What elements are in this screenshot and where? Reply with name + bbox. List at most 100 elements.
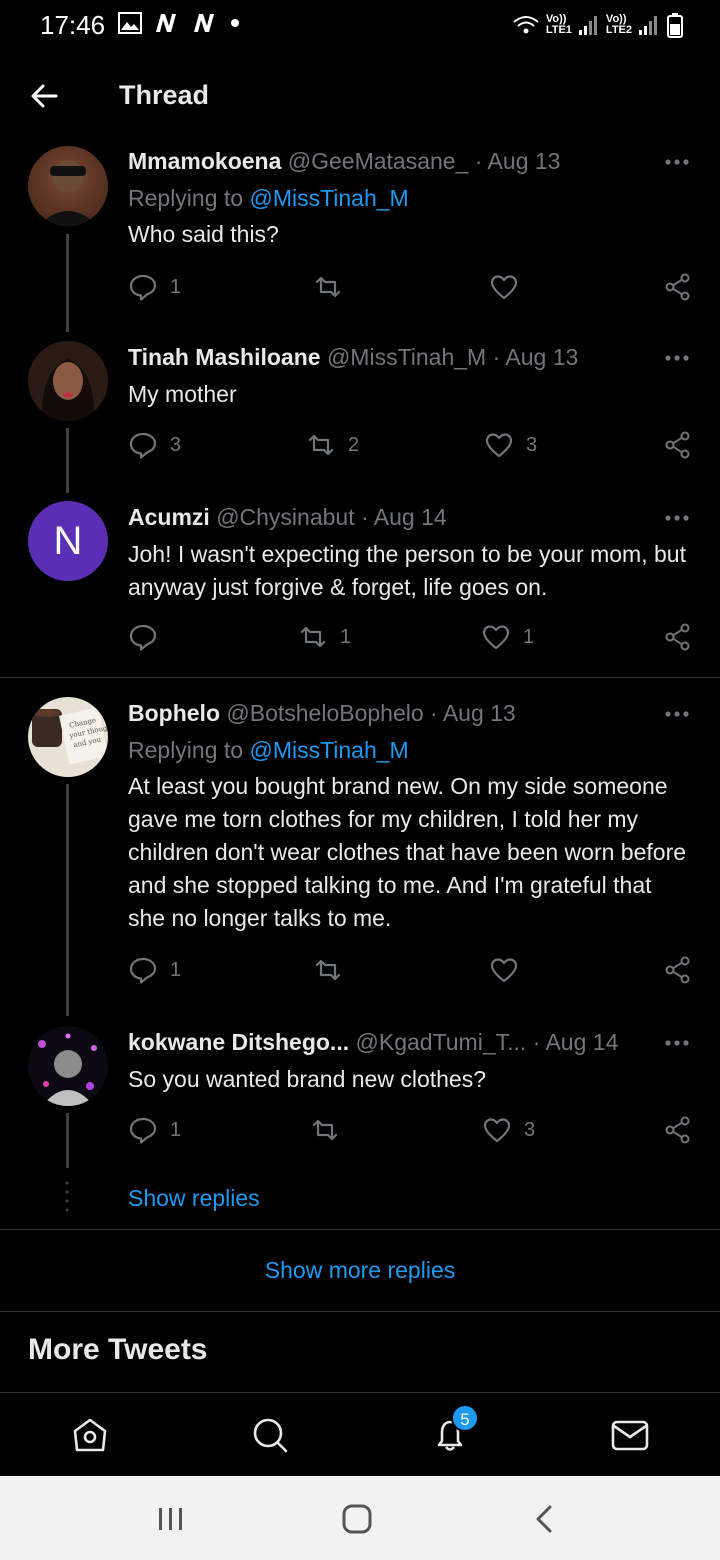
share-icon — [665, 431, 690, 459]
avatar[interactable]: Change your thoughts and you — [28, 697, 108, 777]
reply-icon — [129, 1117, 157, 1144]
retweet-button[interactable] — [310, 1115, 352, 1145]
tweet-actions: 1 — [128, 272, 698, 306]
tweet-kokwane[interactable]: kokwane Ditshego... @KgadTumi_T... · Aug… — [0, 1023, 720, 1173]
signal-icon — [578, 16, 597, 35]
tweet-tinah[interactable]: Tinah Mashiloane @MissTinah_M · Aug 13 M… — [0, 338, 720, 493]
battery-icon — [667, 13, 683, 38]
reply-button[interactable]: 1 — [128, 1115, 181, 1145]
author-name[interactable]: kokwane Ditshego... — [128, 1029, 349, 1055]
avatar[interactable] — [28, 341, 108, 421]
show-replies-link[interactable]: Show replies — [128, 1185, 260, 1212]
thread-line — [66, 428, 69, 493]
tweet-text: My mother — [128, 381, 237, 407]
replying-to: Replying to @MissTinah_M — [128, 737, 409, 763]
status-time: 17:46 — [40, 10, 106, 40]
like-button[interactable]: 3 — [484, 430, 537, 460]
tweet-bophelo[interactable]: Change your thoughts and you Bophelo @Bots… — [0, 694, 720, 1016]
tweet-mmamokoena[interactable]: Mmamokoena @GeeMatasane_ · Aug 13 Replyi… — [0, 142, 720, 332]
back-button-icon[interactable] — [528, 1502, 562, 1536]
reply-icon — [129, 957, 157, 984]
reply-count: 1 — [170, 958, 182, 981]
share-button[interactable] — [663, 1115, 693, 1145]
n-app-icon — [156, 14, 176, 32]
retweet-button[interactable]: 1 — [298, 622, 351, 652]
author-name[interactable]: Bophelo — [128, 700, 220, 726]
home-button-icon[interactable] — [340, 1502, 374, 1536]
author-name[interactable]: Acumzi — [128, 504, 210, 530]
heart-icon — [482, 625, 510, 650]
tweet-text: So you wanted brand new clothes? — [128, 1066, 487, 1092]
recent-apps-icon[interactable] — [154, 1502, 188, 1536]
like-count: 1 — [523, 625, 535, 648]
more-options-icon[interactable] — [664, 158, 690, 166]
share-button[interactable] — [663, 272, 693, 302]
status-bar: 17:46 Vo)) LTE1 Vo)) LTE2 — [0, 0, 720, 54]
thread-continuation-dots — [65, 1181, 69, 1212]
share-button[interactable] — [663, 622, 693, 652]
reply-icon — [129, 432, 157, 459]
mention-link[interactable]: @MissTinah_M — [249, 737, 408, 763]
author-handle: @Chysinabut — [216, 504, 355, 530]
status-notification-icons — [118, 12, 240, 34]
tweet-header: Mmamokoena @GeeMatasane_ · Aug 13 — [128, 148, 560, 175]
search-icon[interactable] — [250, 1415, 290, 1455]
wifi-icon — [513, 16, 539, 34]
author-name[interactable]: Mmamokoena — [128, 148, 281, 174]
tweet-text: At least you bought brand new. On my sid… — [128, 773, 687, 931]
mention-link[interactable]: @MissTinah_M — [249, 185, 408, 211]
share-icon — [665, 623, 690, 651]
author-handle: @BotsheloBophelo — [226, 700, 424, 726]
more-options-icon[interactable] — [664, 1039, 690, 1047]
replying-to: Replying to @MissTinah_M — [128, 185, 409, 211]
tweet-header: Acumzi @Chysinabut · Aug 14 — [128, 504, 447, 531]
home-icon[interactable] — [70, 1415, 110, 1455]
retweet-icon — [300, 626, 326, 648]
author-handle: @GeeMatasane_ — [287, 148, 469, 174]
notification-badge: 5 — [451, 1404, 479, 1432]
heart-icon — [490, 958, 518, 983]
share-icon — [665, 273, 690, 301]
retweet-count: 1 — [340, 625, 352, 648]
author-name[interactable]: Tinah Mashiloane — [128, 344, 321, 370]
share-icon — [665, 956, 690, 984]
avatar[interactable]: N — [28, 501, 108, 581]
show-more-replies-link[interactable]: Show more replies — [0, 1257, 720, 1284]
tweet-acumzi[interactable]: N Acumzi @Chysinabut · Aug 14 Joh! I was… — [0, 498, 720, 676]
more-options-icon[interactable] — [664, 514, 690, 522]
share-button[interactable] — [663, 955, 693, 985]
retweet-button[interactable] — [313, 272, 355, 302]
avatar[interactable] — [28, 1026, 108, 1106]
reply-button[interactable]: 1 — [128, 272, 181, 302]
like-button[interactable] — [489, 272, 531, 302]
reply-count: 1 — [170, 1118, 182, 1141]
more-options-icon[interactable] — [664, 710, 690, 718]
arrow-left-icon[interactable] — [26, 78, 62, 114]
reply-button[interactable]: 3 — [128, 430, 181, 460]
status-right-icons: Vo)) LTE1 Vo)) LTE2 — [512, 12, 684, 38]
reply-button[interactable] — [128, 622, 170, 652]
reply-icon — [129, 274, 157, 301]
avatar-letter: N — [53, 518, 83, 563]
signal-icon-2 — [639, 16, 657, 35]
like-button[interactable]: 3 — [482, 1115, 535, 1145]
like-button[interactable] — [489, 955, 531, 985]
more-options-icon[interactable] — [664, 354, 690, 362]
divider — [0, 1229, 720, 1230]
author-handle: @KgadTumi_T... — [355, 1029, 527, 1055]
author-handle: @MissTinah_M — [326, 344, 487, 370]
retweet-button[interactable] — [313, 955, 355, 985]
messages-icon[interactable] — [610, 1415, 650, 1455]
retweet-button[interactable]: 2 — [306, 430, 359, 460]
retweet-icon — [312, 1119, 338, 1141]
like-button[interactable]: 1 — [481, 622, 534, 652]
tweet-date: · Aug 14 — [532, 1029, 619, 1055]
share-button[interactable] — [663, 430, 693, 460]
sim1-indicator: Vo)) LTE1 — [545, 13, 572, 36]
reply-button[interactable]: 1 — [128, 955, 181, 985]
avatar[interactable] — [28, 146, 108, 226]
page-title: Thread — [119, 80, 210, 110]
heart-icon — [485, 433, 513, 458]
tweet-header: kokwane Ditshego... @KgadTumi_T... · Aug… — [128, 1029, 618, 1056]
divider — [0, 1311, 720, 1312]
